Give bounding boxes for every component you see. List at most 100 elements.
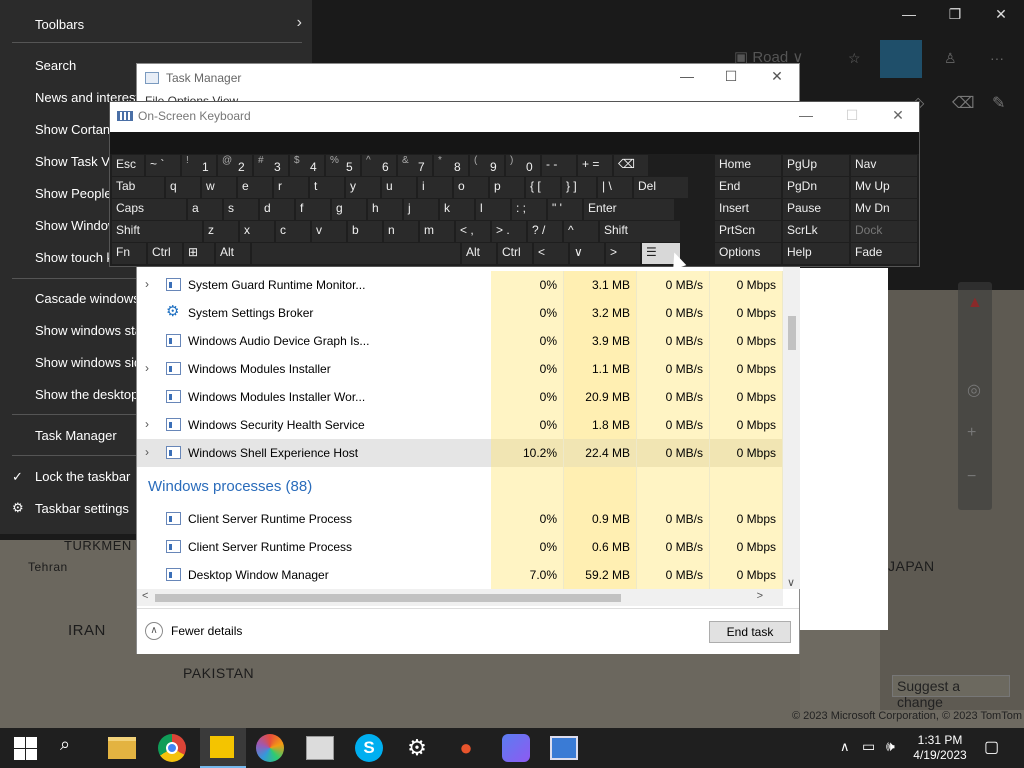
chevron-right-icon[interactable]: › <box>145 277 149 291</box>
key-j[interactable]: j <box>404 199 438 220</box>
key-pgup[interactable]: PgUp <box>783 155 849 176</box>
key-e[interactable]: e <box>238 177 272 198</box>
key-mv-up[interactable]: Mv Up <box>851 177 917 198</box>
key-end[interactable]: End <box>715 177 781 198</box>
table-row[interactable]: › System Guard Runtime Monitor... 0% 3.1… <box>137 271 783 299</box>
key-<[interactable]: < <box>534 243 568 264</box>
key-x[interactable]: x <box>240 221 274 242</box>
table-row[interactable]: Client Server Runtime Process 0% 0.9 MB … <box>137 505 783 533</box>
key-alt[interactable]: Alt <box>462 243 496 264</box>
key-s[interactable]: s <box>224 199 258 220</box>
key----[interactable]: - - <box>542 155 576 176</box>
scrollbar-thumb[interactable] <box>788 316 796 350</box>
restore-icon[interactable]: ❐ <box>932 6 978 28</box>
osk-titlebar[interactable]: On-Screen Keyboard — ☐ ✕ <box>110 102 919 132</box>
key-%[interactable]: % 5 <box>326 155 360 176</box>
menu-item-lock-taskbar[interactable]: Lock the taskbar <box>35 469 130 484</box>
key-ctrl[interactable]: Ctrl <box>148 243 182 264</box>
ink-pen-button[interactable] <box>880 40 922 78</box>
key-home[interactable]: Home <box>715 155 781 176</box>
zoom-in-icon[interactable]: + <box>967 424 976 442</box>
locate-icon[interactable]: ◎ <box>967 380 981 400</box>
notifications-icon[interactable]: ▢ <box>984 737 999 757</box>
key-b[interactable]: b <box>348 221 382 242</box>
menu-item-task-manager[interactable]: Task Manager <box>35 428 117 443</box>
key-prtscn[interactable]: PrtScn <box>715 221 781 242</box>
scrollbar-thumb[interactable] <box>155 594 621 602</box>
key-mv-dn[interactable]: Mv Dn <box>851 199 917 220</box>
menu-item-show-desktop[interactable]: Show the desktop <box>35 387 138 402</box>
key-options[interactable]: Options <box>715 243 781 264</box>
chevron-right-icon[interactable]: > <box>757 590 763 602</box>
snipping-icon[interactable] <box>550 736 578 760</box>
search-icon[interactable]: ⌕ <box>60 734 88 762</box>
key-![interactable]: ! 1 <box>182 155 216 176</box>
key-|-\[interactable]: | \ <box>598 177 632 198</box>
key-help[interactable]: Help <box>783 243 849 264</box>
key-k[interactable]: k <box>440 199 474 220</box>
table-row[interactable]: ⚙ System Settings Broker 0% 3.2 MB 0 MB/… <box>137 299 783 327</box>
table-row[interactable]: Client Server Runtime Process 0% 0.6 MB … <box>137 533 783 561</box>
key-fade[interactable]: Fade <box>851 243 917 264</box>
key-*[interactable]: * 8 <box>434 155 468 176</box>
chevron-up-icon[interactable]: ∧ <box>840 739 850 755</box>
end-task-button[interactable]: End task <box>709 621 791 643</box>
key-⌫[interactable]: ⌫ <box>614 155 648 176</box>
key-ctrl[interactable]: Ctrl <box>498 243 532 264</box>
key-p[interactable]: p <box>490 177 524 198</box>
key-z[interactable]: z <box>204 221 238 242</box>
chrome-icon[interactable] <box>158 734 186 762</box>
key-q[interactable]: q <box>166 177 200 198</box>
clock[interactable]: 1:31 PM 4/19/2023 <box>912 733 968 763</box>
key-t[interactable]: t <box>310 177 344 198</box>
key-nav[interactable]: Nav <box>851 155 917 176</box>
start-icon[interactable] <box>12 734 40 762</box>
key-w[interactable]: w <box>202 177 236 198</box>
key-⊞[interactable]: ⊞ <box>184 243 214 264</box>
profile-icon[interactable]: ♙ <box>944 50 957 67</box>
key-shift[interactable]: Shift <box>600 221 680 242</box>
network-icon[interactable]: ▭ <box>862 738 875 755</box>
chevron-right-icon[interactable]: › <box>145 417 149 431</box>
chevron-left-icon[interactable]: < <box>142 590 148 602</box>
compass-icon[interactable]: ▲ <box>967 294 983 312</box>
minimize-icon[interactable]: — <box>786 107 826 123</box>
chevron-right-icon[interactable]: › <box>145 445 149 459</box>
group-header[interactable]: Windows processes (88) <box>137 467 783 505</box>
key-{-[[interactable]: { [ <box>526 177 560 198</box>
file-explorer-icon[interactable] <box>108 737 136 759</box>
key-c[interactable]: c <box>276 221 310 242</box>
key-^[interactable]: ^ <box>564 221 598 242</box>
key-$[interactable]: $4 <box>290 155 324 176</box>
maps-icon[interactable]: ● <box>452 734 480 762</box>
table-row[interactable]: Windows Modules Installer Wor... 0% 20.9… <box>137 383 783 411</box>
key-l[interactable]: l <box>476 199 510 220</box>
key-enter[interactable]: Enter <box>584 199 674 220</box>
chevron-right-icon[interactable]: › <box>145 361 149 375</box>
key-a[interactable]: a <box>188 199 222 220</box>
key-alt[interactable]: Alt <box>216 243 250 264</box>
copilot-icon[interactable] <box>502 734 530 762</box>
suggest-change-button[interactable]: Suggest a change <box>892 675 1010 710</box>
key-([interactable]: (9 <box>470 155 504 176</box>
key-)[interactable]: ) 0 <box>506 155 540 176</box>
key-u[interactable]: u <box>382 177 416 198</box>
key-&[interactable]: & 7 <box>398 155 432 176</box>
key->-.[interactable]: > . <box>492 221 526 242</box>
sticky-notes-icon[interactable] <box>200 728 246 768</box>
key-o[interactable]: o <box>454 177 488 198</box>
key-i[interactable]: i <box>418 177 452 198</box>
table-row[interactable]: › Windows Security Health Service 0% 1.8… <box>137 411 783 439</box>
zoom-out-icon[interactable]: − <box>967 468 976 486</box>
photos-icon[interactable] <box>256 734 284 762</box>
fewer-details-button[interactable]: ∧ Fewer details <box>145 622 242 640</box>
key-?-/[interactable]: ? / <box>528 221 562 242</box>
table-row[interactable]: › Windows Modules Installer 0% 1.1 MB 0 … <box>137 355 783 383</box>
key-+-=[interactable]: + = <box>578 155 612 176</box>
close-icon[interactable]: ✕ <box>978 6 1024 28</box>
key-v[interactable]: v <box>312 221 346 242</box>
more-icon[interactable]: ··· <box>990 50 1004 66</box>
key->[interactable]: > <box>606 243 640 264</box>
table-row[interactable]: Desktop Window Manager 7.0% 59.2 MB 0 MB… <box>137 561 783 589</box>
menu-item-cascade[interactable]: Cascade windows <box>35 291 140 306</box>
